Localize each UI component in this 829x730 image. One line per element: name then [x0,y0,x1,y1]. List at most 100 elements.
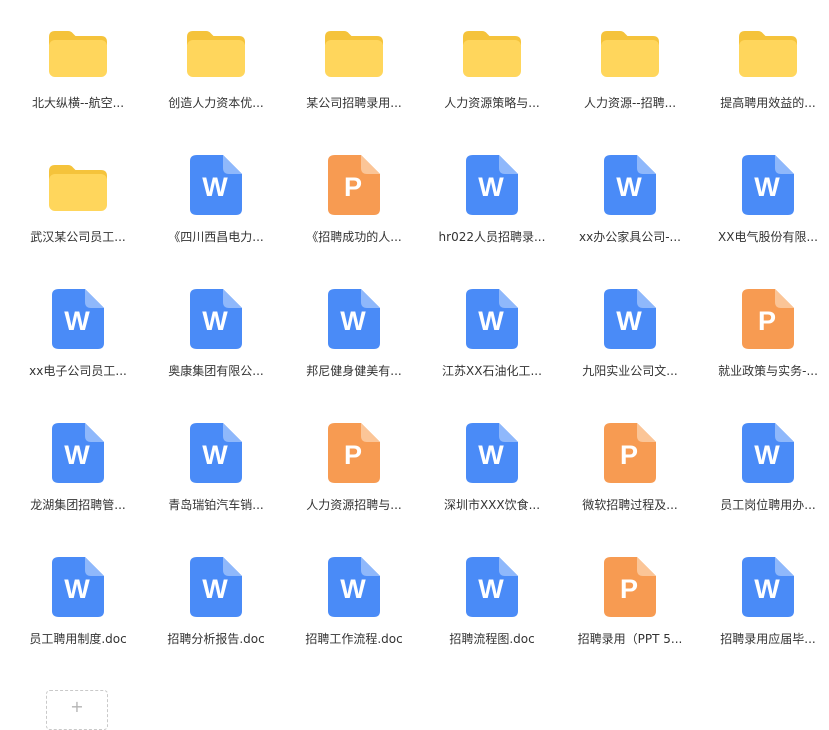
file-item[interactable]: P 《招聘成功的人... [285,150,423,284]
ppt-doc-icon: P [324,423,384,483]
file-item[interactable]: W 江苏XX石油化工... [423,284,561,418]
word-doc-icon: W [462,423,522,483]
file-name-label: 九阳实业公司文... [582,364,678,378]
file-item[interactable]: W 深圳市XXX饮食... [423,418,561,552]
ppt-doc-icon: P [324,155,384,215]
word-doc-icon: W [738,423,798,483]
folder-icon [462,21,522,81]
file-item[interactable]: Wxx办公家具公司-... [561,150,699,284]
file-name-label: 员工聘用制度.doc [29,632,127,646]
file-name-label: 江苏XX石油化工... [442,364,542,378]
file-item[interactable]: 人力资源--招聘... [561,16,699,150]
file-item[interactable]: W 招聘流程图.doc [423,552,561,686]
word-doc-icon: W [462,557,522,617]
file-item[interactable]: 提高聘用效益的... [699,16,829,150]
file-grid: 北大纵横--航空... 创造人力资本优... 某公司招聘录用... 人力资源策略与..… [9,16,829,686]
file-item[interactable]: 创造人力资本优... [147,16,285,150]
file-item[interactable]: P 微软招聘过程及... [561,418,699,552]
file-item[interactable]: W 招聘工作流程.doc [285,552,423,686]
svg-text:W: W [202,172,228,202]
file-name-label: 创造人力资本优... [168,96,264,110]
file-item[interactable]: 北大纵横--航空... [9,16,147,150]
file-item[interactable]: W 奥康集团有限公... [147,284,285,418]
word-doc-icon: W [738,155,798,215]
file-item[interactable]: W 邦尼健身健美有... [285,284,423,418]
file-item[interactable]: W 招聘录用应届毕... [699,552,829,686]
word-doc-icon: W [48,423,108,483]
folder-icon [48,21,108,81]
file-name-label: 邦尼健身健美有... [306,364,402,378]
file-name-label: xx电子公司员工... [29,364,127,378]
svg-text:W: W [754,172,780,202]
svg-text:W: W [202,440,228,470]
word-doc-icon: W [462,289,522,349]
file-item[interactable]: Wxx电子公司员工... [9,284,147,418]
file-item[interactable]: W 龙湖集团招聘管... [9,418,147,552]
word-doc-icon: W [738,557,798,617]
file-item[interactable]: W 《四川西昌电力... [147,150,285,284]
svg-text:W: W [616,306,642,336]
ppt-doc-icon: P [600,557,660,617]
word-doc-icon: W [186,155,246,215]
svg-text:P: P [344,172,362,202]
file-name-label: XX电气股份有限... [718,230,818,244]
file-item[interactable]: P 人力资源招聘与... [285,418,423,552]
svg-text:P: P [344,440,362,470]
file-item[interactable]: W 青岛瑞铂汽车销... [147,418,285,552]
file-name-label: 深圳市XXX饮食... [443,498,541,512]
file-name-label: 奥康集团有限公... [168,364,264,378]
svg-text:W: W [64,440,90,470]
file-name-label: 微软招聘过程及... [582,498,678,512]
file-item[interactable]: P 招聘录用（PPT 5... [561,552,699,686]
file-name-label: 龙湖集团招聘管... [30,498,126,512]
file-item[interactable]: W XX电气股份有限... [699,150,829,284]
svg-text:W: W [202,574,228,604]
svg-text:W: W [478,172,504,202]
word-doc-icon: W [186,423,246,483]
file-name-label: hr022人员招聘录... [438,230,546,244]
svg-text:P: P [758,306,776,336]
svg-text:W: W [340,574,366,604]
folder-icon [324,21,384,81]
file-item[interactable]: W 招聘分析报告.doc [147,552,285,686]
file-item[interactable]: W 员工岗位聘用办... [699,418,829,552]
file-name-label: 招聘录用（PPT 5... [577,632,683,646]
file-name-label: 员工岗位聘用办... [720,498,816,512]
svg-text:W: W [754,440,780,470]
file-name-label: 提高聘用效益的... [720,96,816,110]
file-name-label: 青岛瑞铂汽车销... [168,498,264,512]
word-doc-icon: W [48,557,108,617]
svg-text:W: W [202,306,228,336]
file-item[interactable]: 人力资源策略与... [423,16,561,150]
file-item[interactable]: W 九阳实业公司文... [561,284,699,418]
folder-icon [186,21,246,81]
file-name-label: 《四川西昌电力... [168,230,264,244]
svg-text:W: W [616,172,642,202]
svg-text:W: W [340,306,366,336]
file-name-label: 某公司招聘录用... [306,96,402,110]
word-doc-icon: W [600,155,660,215]
word-doc-icon: W [324,557,384,617]
file-item[interactable]: Whr022人员招聘录... [423,150,561,284]
word-doc-icon: W [324,289,384,349]
file-item[interactable]: P 就业政策与实务-... [699,284,829,418]
file-item[interactable]: W 员工聘用制度.doc [9,552,147,686]
file-name-label: 北大纵横--航空... [31,96,125,110]
file-item[interactable]: 武汉某公司员工... [9,150,147,284]
svg-text:W: W [478,306,504,336]
word-doc-icon: W [48,289,108,349]
file-name-label: 人力资源--招聘... [583,96,677,110]
file-name-label: 招聘流程图.doc [449,632,535,646]
folder-icon [600,21,660,81]
add-file-tile[interactable]: + [46,690,108,730]
file-name-label: 人力资源策略与... [444,96,540,110]
file-name-label: 招聘工作流程.doc [305,632,403,646]
word-doc-icon: W [600,289,660,349]
word-doc-icon: W [186,289,246,349]
svg-text:P: P [620,440,638,470]
file-item[interactable]: 某公司招聘录用... [285,16,423,150]
file-name-label: 武汉某公司员工... [30,230,126,244]
ppt-doc-icon: P [600,423,660,483]
folder-icon [738,21,798,81]
word-doc-icon: W [462,155,522,215]
